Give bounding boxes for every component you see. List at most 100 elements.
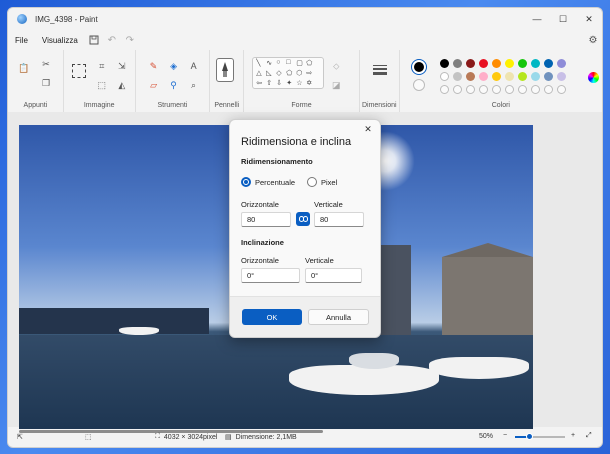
- pentagon-shape-icon[interactable]: ⬠: [286, 69, 292, 77]
- triangle-shape-icon[interactable]: △: [256, 69, 261, 77]
- palette-swatch[interactable]: [543, 72, 553, 81]
- right-triangle-shape-icon[interactable]: ◺: [266, 69, 271, 77]
- size-icon[interactable]: [372, 64, 387, 76]
- palette-swatch[interactable]: [465, 59, 475, 68]
- palette-swatch[interactable]: [478, 72, 488, 81]
- custom-color-slot[interactable]: [543, 85, 553, 94]
- rectangle-shape-icon[interactable]: □: [286, 59, 290, 66]
- radio-percent[interactable]: Percentuale: [241, 177, 295, 187]
- image-select-icon[interactable]: ⬚: [96, 79, 108, 91]
- arrow-right-shape-icon[interactable]: ⇨: [306, 69, 312, 77]
- palette-swatch[interactable]: [452, 72, 462, 81]
- crop-icon[interactable]: ⌗: [96, 60, 108, 72]
- menu-file[interactable]: File: [8, 36, 35, 45]
- palette-swatch[interactable]: [452, 59, 462, 68]
- magnifier-icon[interactable]: ⌕: [188, 79, 200, 91]
- color-picker-icon[interactable]: ⚲: [168, 79, 180, 91]
- palette-swatch[interactable]: [491, 59, 501, 68]
- rounded-rect-shape-icon[interactable]: ▢: [296, 59, 303, 67]
- minimize-button[interactable]: —: [524, 8, 550, 30]
- palette-swatch[interactable]: [530, 59, 540, 68]
- palette-swatch[interactable]: [556, 59, 566, 68]
- star5-shape-icon[interactable]: ☆: [296, 79, 302, 87]
- resize-icon[interactable]: ⇲: [116, 60, 128, 72]
- redo-icon[interactable]: ↷: [121, 31, 139, 49]
- arrow-left-shape-icon[interactable]: ⇦: [256, 79, 262, 87]
- custom-color-slot[interactable]: [478, 85, 488, 94]
- custom-color-slot[interactable]: [491, 85, 501, 94]
- rotate-icon[interactable]: ◭: [116, 79, 128, 91]
- oval-shape-icon[interactable]: ○: [276, 59, 280, 66]
- undo-icon[interactable]: ↶: [103, 31, 121, 49]
- polygon-shape-icon[interactable]: ⬠: [306, 59, 312, 67]
- star6-shape-icon[interactable]: ✡: [306, 79, 312, 87]
- arrow-down-shape-icon[interactable]: ⇩: [276, 79, 282, 87]
- zoom-slider-thumb[interactable]: [526, 433, 533, 440]
- palette-swatch[interactable]: [465, 72, 475, 81]
- radio-percent-indicator[interactable]: [241, 177, 251, 187]
- resize-horizontal-input[interactable]: 80: [241, 212, 291, 227]
- line-shape-icon[interactable]: ╲: [256, 59, 260, 67]
- radio-pixel-indicator[interactable]: [307, 177, 317, 187]
- skew-horizontal-input[interactable]: 0°: [241, 268, 300, 283]
- settings-icon[interactable]: ⚙: [584, 31, 602, 49]
- zoom-level[interactable]: 50%: [479, 433, 493, 440]
- hexagon-shape-icon[interactable]: ⬡: [296, 69, 302, 77]
- palette-swatch[interactable]: [517, 72, 527, 81]
- custom-color-slot[interactable]: [439, 85, 449, 94]
- skew-vertical-input[interactable]: 0°: [305, 268, 362, 283]
- zoom-out-icon[interactable]: −: [503, 432, 507, 439]
- primary-color-swatch[interactable]: [411, 60, 426, 74]
- outline-icon[interactable]: ⬦: [330, 60, 342, 72]
- cut-icon[interactable]: ✂: [40, 58, 52, 70]
- curve-shape-icon[interactable]: ∿: [266, 59, 272, 67]
- group-shapes: ╲ ∿ ○ □ ▢ ⬠ △ ◺ ◇ ⬠ ⬡ ⇨ ⇦ ⇧ ⇩ ✦ ☆ ✡ ⬦ ◪: [244, 50, 360, 112]
- ok-button[interactable]: OK: [242, 309, 302, 325]
- custom-color-slot[interactable]: [530, 85, 540, 94]
- fill-shape-icon[interactable]: ◪: [330, 79, 342, 91]
- maximize-button[interactable]: ☐: [550, 8, 576, 30]
- eraser-icon[interactable]: ▱: [148, 79, 160, 91]
- save-icon[interactable]: [85, 31, 103, 49]
- copy-icon[interactable]: ❐: [40, 77, 52, 89]
- custom-color-slot[interactable]: [452, 85, 462, 94]
- palette-swatch[interactable]: [517, 59, 527, 68]
- palette-swatch[interactable]: [530, 72, 540, 81]
- custom-color-slot[interactable]: [517, 85, 527, 94]
- fill-icon[interactable]: ◈: [168, 60, 180, 72]
- palette-swatch[interactable]: [504, 72, 514, 81]
- secondary-color-swatch[interactable]: [412, 79, 425, 91]
- close-button[interactable]: ✕: [576, 8, 602, 30]
- dialog-close-icon[interactable]: ✕: [362, 123, 374, 135]
- menu-view[interactable]: Visualizza: [35, 36, 85, 45]
- radio-percent-label: Percentuale: [255, 177, 296, 187]
- paste-icon[interactable]: 📋: [18, 62, 30, 74]
- custom-color-slot[interactable]: [465, 85, 475, 94]
- skew-vertical-label: Verticale: [305, 256, 334, 265]
- zoom-in-icon[interactable]: +: [571, 432, 575, 439]
- star4-shape-icon[interactable]: ✦: [286, 79, 292, 87]
- radio-pixel[interactable]: Pixel: [307, 177, 337, 187]
- resize-vertical-input[interactable]: 80: [314, 212, 364, 227]
- brush-icon[interactable]: [216, 58, 235, 82]
- palette-swatch[interactable]: [491, 72, 501, 81]
- select-icon[interactable]: [71, 64, 86, 78]
- palette-swatch[interactable]: [543, 59, 553, 68]
- pencil-icon[interactable]: ✎: [148, 60, 160, 72]
- arrow-up-shape-icon[interactable]: ⇧: [266, 79, 272, 87]
- palette-swatch[interactable]: [439, 59, 449, 68]
- text-icon[interactable]: A: [188, 60, 200, 72]
- aspect-lock-icon[interactable]: [296, 212, 310, 226]
- palette-swatch[interactable]: [504, 59, 514, 68]
- shapes-gallery[interactable]: ╲ ∿ ○ □ ▢ ⬠ △ ◺ ◇ ⬠ ⬡ ⇨ ⇦ ⇧ ⇩ ✦ ☆ ✡: [252, 57, 325, 89]
- edit-colors-icon[interactable]: [587, 72, 599, 83]
- fit-to-window-icon[interactable]: ⤢: [586, 432, 592, 440]
- palette-swatch[interactable]: [556, 72, 566, 81]
- cancel-button[interactable]: Annulla: [308, 309, 369, 325]
- custom-color-slot[interactable]: [504, 85, 514, 94]
- palette-swatch[interactable]: [439, 72, 449, 81]
- zoom-slider[interactable]: [515, 433, 565, 440]
- custom-color-slot[interactable]: [556, 85, 566, 94]
- diamond-shape-icon[interactable]: ◇: [276, 69, 281, 77]
- palette-swatch[interactable]: [478, 59, 488, 68]
